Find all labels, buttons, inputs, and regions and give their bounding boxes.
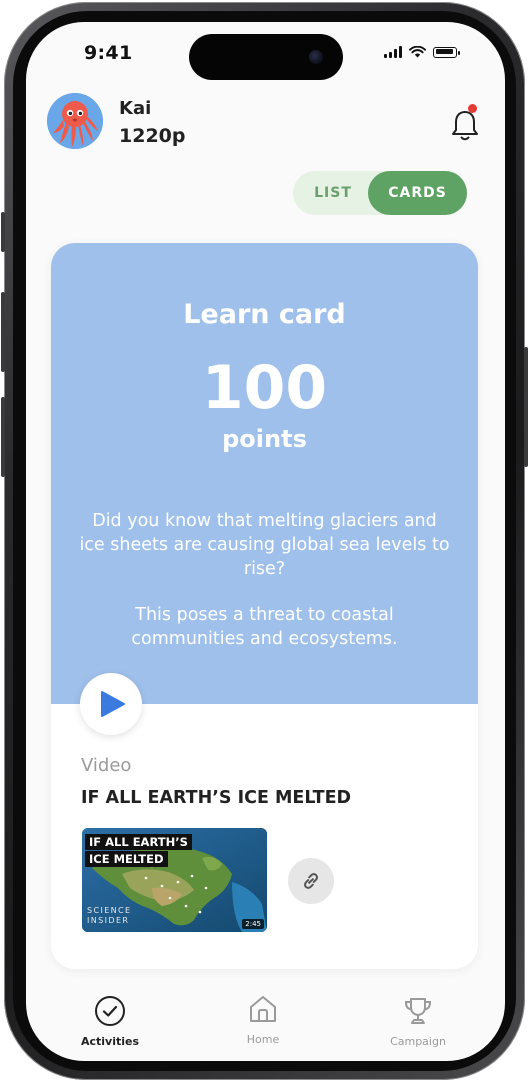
power-button — [524, 347, 528, 467]
notification-badge — [468, 104, 477, 113]
thumbnail-caption-line-2: ICE MELTED — [85, 851, 168, 867]
avatar[interactable] — [47, 93, 103, 149]
thumbnail-caption-line-1: IF ALL EARTH’S — [85, 834, 192, 850]
cellular-signal-icon — [384, 46, 402, 58]
video-title: IF ALL EARTH’S ICE MELTED — [81, 788, 352, 808]
card-points-value: 100 — [201, 353, 328, 423]
wifi-icon — [409, 46, 426, 58]
card-body-text: Did you know that melting glaciers and i… — [77, 509, 452, 673]
dynamic-island — [189, 34, 343, 80]
card-header-area: Learn card 100 points Did you know that … — [51, 243, 478, 704]
battery-icon — [433, 46, 460, 58]
card-paragraph-2: This poses a threat to coastal communiti… — [131, 605, 398, 649]
thumbnail-brand-line-1: SCIENCE — [87, 906, 132, 915]
status-icons — [384, 46, 460, 58]
card-title: Learn card — [183, 299, 346, 330]
thumbnail-brand-line-2: INSIDER — [87, 916, 130, 925]
volume-down-button — [1, 397, 5, 477]
video-thumbnail[interactable]: IF ALL EARTH’S ICE MELTED SCIENCE INSIDE… — [82, 828, 267, 932]
card-paragraph-1: Did you know that melting glaciers and i… — [79, 511, 450, 579]
tab-home-label: Home — [246, 1033, 280, 1046]
app-screen: 9:41 Kai 1220p LIST CARDS Learn card 100… — [26, 22, 505, 1061]
octopus-avatar-icon — [47, 93, 103, 149]
mute-switch — [1, 212, 5, 252]
view-toggle: LIST CARDS — [293, 171, 467, 215]
tab-campaign[interactable]: Campaign — [368, 995, 468, 1048]
tab-activities[interactable]: Activities — [60, 995, 160, 1048]
front-camera — [309, 50, 323, 64]
trophy-icon — [404, 998, 432, 1024]
status-time: 9:41 — [84, 42, 133, 64]
play-button[interactable] — [80, 673, 142, 735]
toggle-list-button[interactable]: LIST — [293, 171, 373, 215]
video-duration: 2:45 — [242, 919, 264, 929]
tab-home[interactable]: Home — [213, 993, 313, 1046]
toggle-cards-button[interactable]: CARDS — [368, 171, 467, 215]
media-type-label: Video — [81, 755, 132, 776]
bell-icon[interactable] — [450, 108, 480, 144]
learn-card[interactable]: Learn card 100 points Did you know that … — [51, 243, 478, 969]
tab-campaign-label: Campaign — [390, 1035, 446, 1048]
user-name: Kai — [119, 98, 152, 119]
user-points: 1220p — [119, 125, 186, 147]
volume-up-button — [1, 292, 5, 372]
tab-activities-label: Activities — [80, 1035, 140, 1048]
card-points-label: points — [222, 425, 307, 453]
tab-bar: Activities Home Campaign — [26, 982, 505, 1061]
check-circle-icon — [95, 996, 125, 1026]
home-icon — [250, 996, 276, 1022]
play-icon — [101, 691, 125, 717]
link-icon — [304, 873, 318, 889]
thumbnail-brand: SCIENCE INSIDER — [87, 906, 132, 926]
link-button[interactable] — [288, 858, 334, 904]
